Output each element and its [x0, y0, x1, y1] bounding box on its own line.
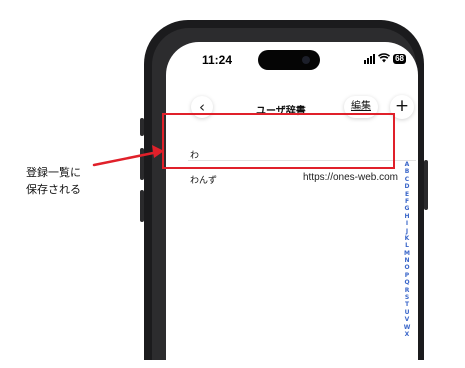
- annotation-caption: 登録一覧に 保存される: [26, 164, 112, 198]
- annotation-caption-line: 登録一覧に: [26, 166, 81, 179]
- annotation-caption-line: 保存される: [26, 183, 81, 196]
